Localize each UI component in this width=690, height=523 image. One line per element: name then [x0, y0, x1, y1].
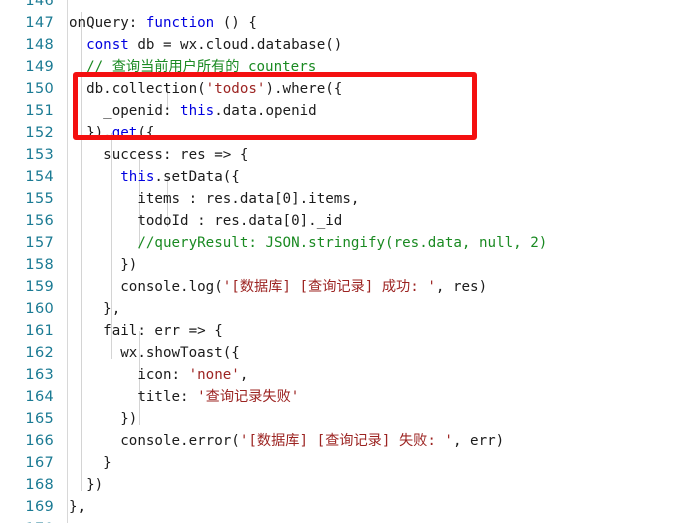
code-token-pl: items : res.data[ — [69, 191, 283, 207]
code-token-pl: console.log( — [69, 279, 223, 295]
code-line[interactable]: wx.showToast({ — [69, 342, 240, 364]
code-token-pl: , err) — [452, 433, 505, 449]
code-text-area[interactable]: onQuery: function () { const db = wx.clo… — [69, 0, 690, 523]
code-token-pl: } — [69, 455, 112, 471]
code-line[interactable]: icon: 'none', — [69, 364, 248, 386]
code-token-pl: () { — [214, 15, 257, 31]
line-number: 154 — [25, 169, 54, 185]
code-token-str: 'todos' — [205, 81, 266, 97]
code-line[interactable]: }) — [69, 408, 137, 430]
code-line[interactable]: onQuery: function () { — [69, 12, 257, 34]
code-token-pl: icon: — [69, 367, 189, 383]
code-token-pl: db = wx.cloud.database() — [128, 37, 343, 53]
line-number: 165 — [25, 411, 54, 427]
code-token-pl: ]._id — [299, 213, 343, 229]
line-number: 163 — [25, 367, 54, 383]
line-number: 156 — [25, 213, 54, 229]
code-token-kw: this — [180, 103, 215, 119]
line-number: 148 — [25, 37, 54, 53]
code-line[interactable]: items : res.data[0].items, — [69, 188, 359, 210]
code-line[interactable]: console.error('[数据库] [查询记录] 失败: ', err) — [69, 430, 504, 452]
code-token-pl: }) — [69, 477, 104, 493]
code-token-pl: console.error( — [69, 433, 240, 449]
code-token-num: 0 — [282, 191, 292, 207]
code-token-num: 0 — [291, 213, 300, 229]
code-token-pl: }) — [69, 411, 138, 427]
line-number: 159 — [25, 279, 54, 295]
line-number: 169 — [25, 499, 54, 515]
code-token-pl: ).where({ — [265, 81, 343, 97]
code-token-pl: }, — [69, 499, 87, 515]
line-number: 155 — [25, 191, 54, 207]
code-token-str: 'none' — [188, 367, 240, 383]
code-token-cmt: //queryResult: JSON.stringify(res.data, … — [137, 235, 548, 251]
line-number: 161 — [25, 323, 54, 339]
code-token-str: '[数据库] [查询记录] 失败: ' — [239, 433, 453, 449]
code-editor-window[interactable]: 146 147 148 149 150 151 152 153 154 155 156 157 158 1… — [0, 0, 690, 523]
line-number-gutter: 146 147 148 149 150 151 152 153 154 155 156 157 158 1… — [0, 0, 68, 523]
code-token-pl: success: res => { — [69, 147, 249, 163]
code-token-pl: ].items, — [291, 191, 360, 207]
line-number: 168 — [25, 477, 54, 493]
code-line[interactable]: title: '查询记录失败' — [69, 386, 299, 408]
code-line[interactable]: }).get({ — [69, 122, 154, 144]
code-token-pl: , — [239, 367, 249, 383]
code-token-pl: ({ — [137, 125, 155, 141]
code-line[interactable]: }, — [69, 298, 120, 320]
line-number: 147 — [25, 15, 54, 31]
code-line[interactable]: fail: err => { — [69, 320, 223, 342]
code-token-fn: get — [111, 125, 138, 141]
code-token-pl: wx.showToast({ — [69, 345, 240, 361]
code-token-pl: }, — [69, 301, 121, 317]
line-number: 157 — [25, 235, 54, 251]
code-line[interactable]: const db = wx.cloud.database() — [69, 34, 342, 56]
line-number: 153 — [25, 147, 54, 163]
code-token-cmt: // 查询当前用户所有的 counters — [86, 59, 317, 75]
line-number: 166 — [25, 433, 54, 449]
code-line[interactable]: }) — [69, 254, 137, 276]
code-token-pl: }) — [69, 257, 138, 273]
code-token-pl: fail: err => { — [69, 323, 223, 339]
code-line[interactable]: success: res => { — [69, 144, 248, 166]
line-number: 164 — [25, 389, 54, 405]
code-line[interactable]: }, — [69, 496, 86, 518]
code-token-kw: this — [120, 169, 155, 185]
code-line[interactable]: this.setData({ — [69, 166, 240, 188]
code-line[interactable]: }) — [69, 474, 103, 496]
line-number: 158 — [25, 257, 54, 273]
code-token-str: '[数据库] [查询记录] 成功: ' — [222, 279, 436, 295]
code-line[interactable]: //queryResult: JSON.stringify(res.data, … — [69, 232, 547, 254]
code-line[interactable]: db.collection('todos').where({ — [69, 78, 342, 100]
code-line[interactable]: console.log('[数据库] [查询记录] 成功: ', res) — [69, 276, 487, 298]
code-token-pl: todoId : res.data[ — [69, 213, 292, 229]
code-line[interactable]: } — [69, 452, 112, 474]
code-token-kw: const — [86, 37, 129, 53]
code-line[interactable]: todoId : res.data[0]._id — [69, 210, 342, 232]
line-number: 152 — [25, 125, 54, 141]
line-number: 167 — [25, 455, 54, 471]
code-token-pl: , res) — [435, 279, 488, 295]
line-number: 150 — [25, 81, 54, 97]
code-token-pl: _openid: — [69, 103, 181, 119]
line-number: 162 — [25, 345, 54, 361]
code-token-pl: onQuery: — [69, 15, 146, 31]
code-token-pl: title: — [69, 389, 198, 405]
line-number: 151 — [25, 103, 54, 119]
line-number: 170 — [2, 518, 54, 523]
code-token-pl: .data.openid — [214, 103, 317, 119]
code-token-kw: function — [145, 15, 215, 31]
code-line[interactable]: _openid: this.data.openid — [69, 100, 317, 122]
line-number: 146 — [25, 0, 54, 9]
line-number: 149 — [25, 59, 54, 75]
line-number: 160 — [25, 301, 54, 317]
code-token-pl: }). — [69, 125, 112, 141]
code-token-pl: db.collection( — [69, 81, 206, 97]
code-token-pl: .setData({ — [154, 169, 240, 185]
code-token-str: '查询记录失败' — [197, 389, 300, 405]
code-line[interactable]: // 查询当前用户所有的 counters — [69, 56, 316, 78]
